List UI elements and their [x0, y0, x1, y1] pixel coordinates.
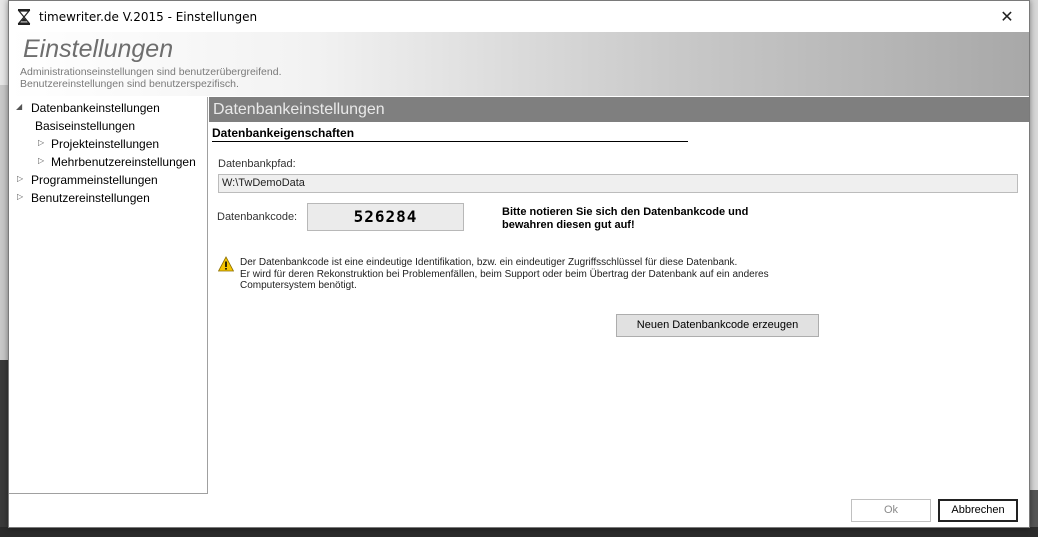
tree-item-benutzereinstellungen[interactable]: Benutzereinstellungen [31, 191, 150, 205]
collapsed-arrow-icon[interactable]: ▷ [17, 192, 23, 201]
title-bar: timewriter.de V.2015 - Einstellungen ✕ [9, 1, 1029, 32]
db-code-value: 526284 [307, 203, 464, 231]
collapsed-arrow-icon[interactable]: ▷ [17, 174, 23, 183]
cancel-button[interactable]: Abbrechen [938, 499, 1018, 522]
warning-icon [218, 256, 234, 272]
info-line: Der Datenbankcode ist eine eindeutige Id… [240, 257, 738, 268]
header-subtitle-line1: Administrationseinstellungen sind benutz… [20, 66, 282, 78]
settings-header: Einstellungen Administrationseinstellung… [9, 32, 1029, 96]
section-title: Datenbankeigenschaften [212, 126, 688, 142]
tree-item-projekteinstellungen[interactable]: Projekteinstellungen [51, 137, 159, 151]
close-button[interactable]: ✕ [985, 1, 1029, 31]
tree-item-basiseinstellungen[interactable]: Basiseinstellungen [35, 119, 135, 133]
page-title: Einstellungen [23, 35, 174, 63]
generate-db-code-button[interactable]: Neuen Datenbankcode erzeugen [616, 314, 819, 337]
db-path-field[interactable]: W:\TwDemoData [218, 174, 1018, 193]
tree-item-datenbankeinstellungen[interactable]: Datenbankeinstellungen [31, 101, 160, 115]
info-line: Computersystem benötigt. [240, 280, 357, 292]
tree-item-mehrbenutzereinstellungen[interactable]: Mehrbenutzereinstellungen [51, 155, 196, 169]
window-title: timewriter.de V.2015 - Einstellungen [39, 10, 258, 24]
db-code-note: Bitte notieren Sie sich den Datenbankcod… [502, 206, 749, 231]
settings-dialog: timewriter.de V.2015 - Einstellungen ✕ E… [8, 0, 1030, 528]
panel-header: Datenbankeinstellungen [209, 97, 1029, 122]
background-taskbar [0, 527, 1038, 537]
db-path-label: Datenbankpfad: [218, 158, 296, 170]
collapsed-arrow-icon[interactable]: ▷ [38, 138, 44, 147]
hourglass-icon [17, 9, 31, 25]
close-icon: ✕ [1000, 6, 1014, 26]
db-code-label: Datenbankcode: [217, 211, 298, 223]
header-subtitle-line2: Benutzereinstellungen sind benutzerspezi… [20, 78, 239, 90]
settings-panel: Datenbankeinstellungen Datenbankeigensch… [209, 97, 1029, 497]
info-line: Er wird für deren Rekonstruktion bei Pro… [240, 268, 769, 280]
db-code-info: Der Datenbankcode ist eine eindeutige Id… [240, 257, 840, 292]
ok-button[interactable]: Ok [851, 499, 931, 522]
background-app-right [1030, 0, 1038, 537]
expanded-arrow-icon[interactable]: ◢ [16, 102, 22, 111]
tree-item-programmeinstellungen[interactable]: Programmeinstellungen [31, 173, 158, 187]
collapsed-arrow-icon[interactable]: ▷ [38, 156, 44, 165]
settings-tree: ◢ Datenbankeinstellungen Basiseinstellun… [9, 97, 208, 494]
